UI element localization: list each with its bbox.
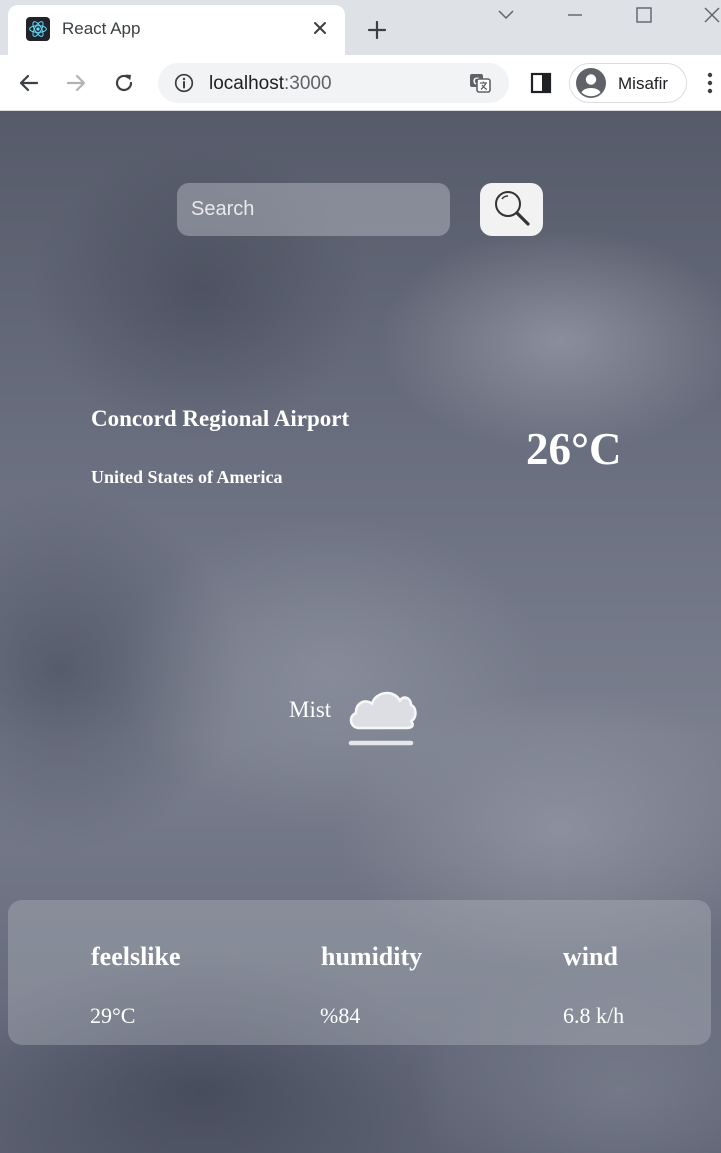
react-logo-icon	[26, 17, 50, 41]
weather-app: Concord Regional Airport United States o…	[0, 111, 721, 1153]
wind-value: 6.8 k/h	[563, 1003, 625, 1028]
tab-title: React App	[62, 19, 141, 38]
browser-tabstrip: React App	[0, 0, 721, 55]
feelslike-label: feelslike	[91, 942, 181, 971]
forward-arrow-icon[interactable]	[60, 67, 92, 99]
wind-label: wind	[563, 942, 618, 971]
search-input[interactable]	[177, 183, 450, 236]
close-tab-icon[interactable]	[308, 16, 332, 40]
country-name: United States of America	[91, 467, 283, 487]
translate-icon[interactable]: G	[468, 71, 492, 95]
close-window-icon[interactable]	[697, 2, 721, 28]
minimize-icon[interactable]	[560, 2, 590, 28]
feelslike-value: 29°C	[90, 1003, 136, 1028]
site-info-icon[interactable]	[174, 73, 194, 93]
tab-search-icon[interactable]	[491, 2, 521, 28]
humidity-label: humidity	[321, 942, 423, 971]
new-tab-icon[interactable]	[364, 17, 390, 43]
url-text[interactable]: localhost:3000	[209, 73, 332, 95]
maximize-icon[interactable]	[629, 2, 659, 28]
cloud-fog-icon	[345, 681, 419, 747]
back-arrow-icon[interactable]	[13, 67, 45, 99]
address-bar[interactable]: localhost:3000 G	[158, 63, 509, 103]
browser-toolbar: localhost:3000 G Misafir	[0, 55, 721, 111]
profile-name: Misafir	[618, 74, 669, 93]
profile-button[interactable]: Misafir	[569, 63, 687, 103]
humidity-value: %84	[320, 1003, 361, 1028]
reload-icon[interactable]	[108, 67, 140, 99]
search-icon	[492, 188, 532, 231]
weather-details-panel: feelslike 29°C humidity %84 wind 6.8 k/h	[8, 900, 711, 1045]
location-name: Concord Regional Airport	[91, 406, 350, 431]
browser-tab[interactable]: React App	[8, 5, 345, 55]
more-menu-icon[interactable]	[700, 69, 720, 97]
avatar-icon	[576, 68, 606, 98]
weather-condition: Mist	[289, 697, 332, 722]
side-panel-icon[interactable]	[527, 69, 555, 97]
search-button[interactable]	[480, 183, 543, 236]
current-temperature: 26°C	[526, 424, 622, 474]
